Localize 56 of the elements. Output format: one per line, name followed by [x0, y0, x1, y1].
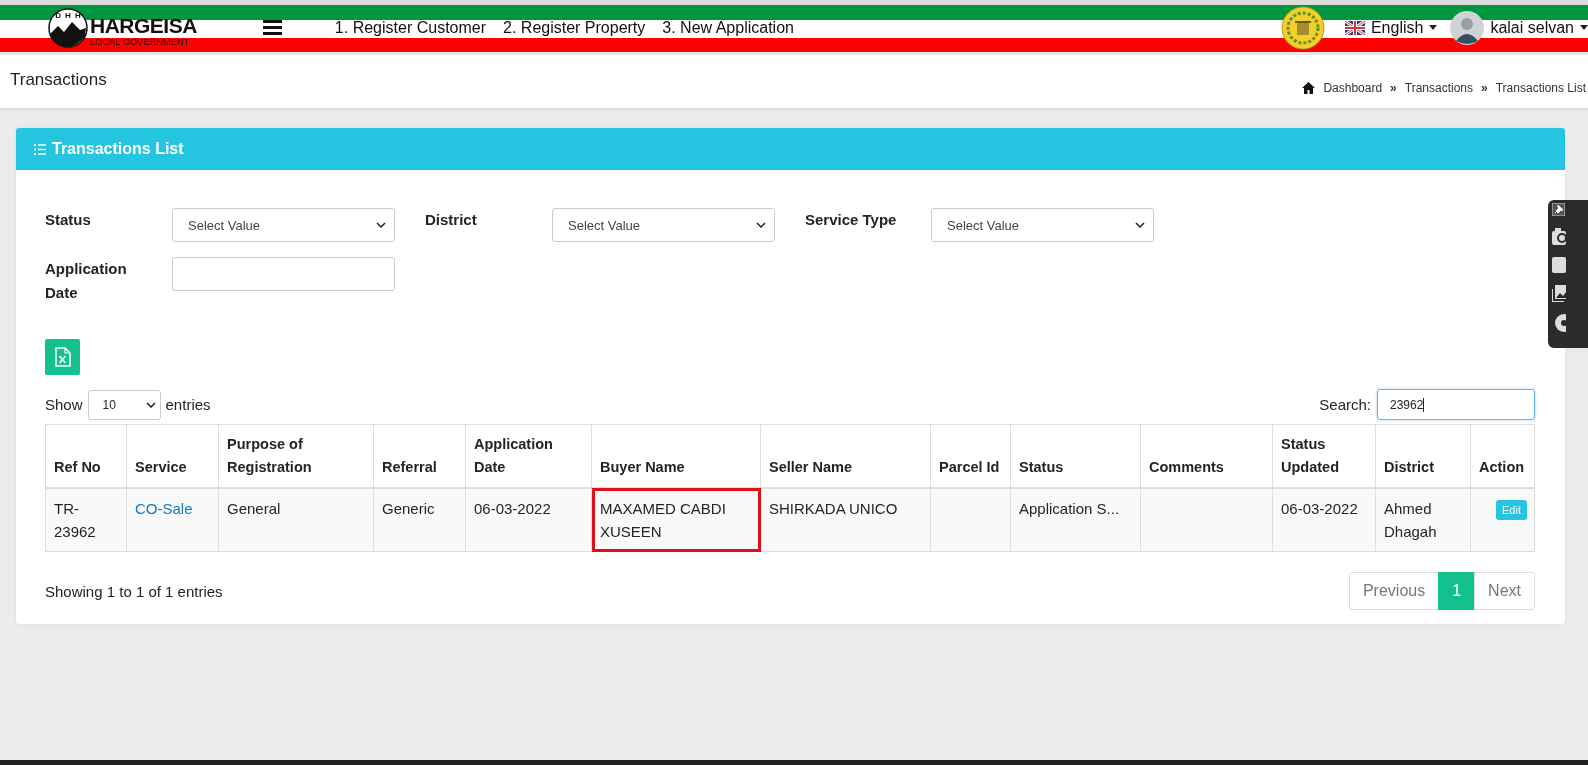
flag-icon	[1344, 20, 1365, 35]
page-title: Transactions	[9, 69, 107, 91]
date-input-field[interactable]	[172, 257, 395, 291]
brand-name: HARGEISA	[90, 17, 197, 35]
entries-label: entries	[165, 396, 211, 413]
filter-label: District	[425, 210, 478, 230]
table-cell: 06-03-2022	[465, 488, 592, 552]
nav-link[interactable]: 3. New Application	[662, 18, 794, 37]
logo-emblem-icon	[48, 7, 88, 48]
user-menu[interactable]: kalai selvan	[1490, 18, 1574, 37]
filter-select[interactable]: Select Value	[552, 208, 775, 242]
breadcrumb-separator: »	[1481, 81, 1488, 95]
nav-link[interactable]: 1. Register Customer	[334, 18, 487, 37]
pin-icon[interactable]	[1552, 203, 1565, 216]
table-cell: TR-23962	[45, 488, 127, 552]
emblem-icon	[1280, 5, 1325, 50]
table-cell: General	[218, 488, 374, 552]
service-link[interactable]: CO-Sale	[135, 500, 193, 517]
breadcrumb-separator: »	[1390, 81, 1397, 95]
menu-icon[interactable]	[262, 20, 282, 35]
table-cell: SHIRKADA UNICO	[760, 488, 931, 552]
table-cell: 06-03-2022	[1272, 488, 1376, 552]
filter-label: Service Type	[805, 210, 898, 230]
filter-label: Status	[45, 210, 92, 230]
nav-link[interactable]: 2. Register Property	[503, 18, 646, 37]
filter-select[interactable]: Select Value	[931, 208, 1154, 242]
filter-select[interactable]: Select Value	[172, 208, 395, 242]
chevron-down-icon	[756, 222, 766, 228]
breadcrumb-link[interactable]: Transactions	[1404, 81, 1474, 95]
table-cell: Application S...	[1010, 488, 1141, 552]
excel-file-icon	[54, 347, 71, 367]
search-field[interactable]: 23962	[1377, 389, 1535, 420]
breadcrumb-current: Transactions List	[1495, 81, 1586, 95]
card-title: Transactions List	[52, 140, 184, 158]
table-info: Showing 1 to 1 of 1 entries	[45, 582, 223, 600]
camera-icon[interactable]	[1552, 228, 1566, 245]
brand-subtitle: LOCAL GOVERNMENT	[90, 38, 191, 47]
language-dropdown[interactable]: English	[1370, 18, 1424, 37]
chevron-down-icon	[376, 222, 386, 228]
list-icon	[34, 143, 46, 155]
search-label: Search:	[1319, 396, 1371, 413]
page-length-select[interactable]: 10	[87, 389, 161, 420]
table-cell: Generic	[373, 488, 466, 552]
highlighted-cell: MAXAMED CABDI XUSEEN	[591, 488, 761, 552]
avatar-icon	[1450, 10, 1485, 45]
logo-letters: DHH	[54, 10, 86, 20]
table-cell: Ahmed Dhagah	[1375, 488, 1471, 552]
breadcrumb-link[interactable]: Dashboard	[1323, 81, 1383, 95]
image-icon[interactable]	[1552, 285, 1566, 302]
chevron-down-icon	[1135, 222, 1145, 228]
caret-icon	[1580, 25, 1588, 30]
home-icon	[1302, 82, 1316, 94]
filter-label: Application Date	[45, 259, 128, 303]
caret-icon	[1429, 25, 1438, 30]
show-label: Show	[45, 396, 83, 413]
chevron-down-icon	[145, 401, 156, 408]
